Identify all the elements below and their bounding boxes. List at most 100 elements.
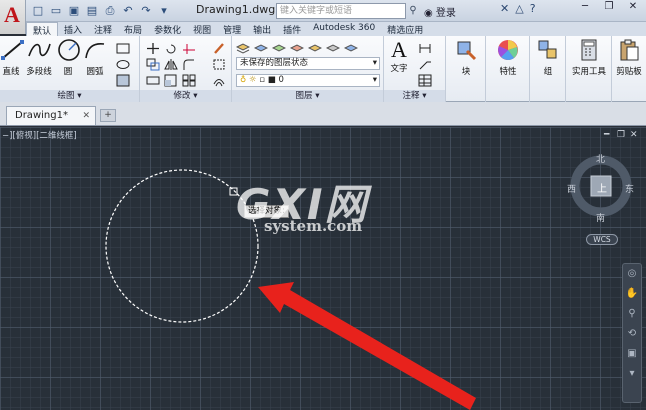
erase-icon[interactable] [212,40,226,54]
search-input[interactable]: 键入关键字或短语 [276,3,406,19]
offset-icon[interactable] [212,72,226,87]
modify-panel: 修改 ▾ [140,36,232,102]
document-tab-drawing1[interactable]: Drawing1* ✕ [6,106,96,125]
layers-panel-label[interactable]: 图层 ▾ [232,90,383,102]
navbar-menu-icon[interactable]: ▾ [623,364,641,384]
orbit-icon[interactable]: ⟲ [623,324,641,344]
binoculars-icon[interactable]: ⚲ [406,3,420,19]
open-file-icon[interactable]: ▭ [48,3,64,18]
annotation-panel-label[interactable]: 注释 ▾ [384,90,445,102]
save-icon[interactable]: ▣ [66,3,82,18]
close-tab-icon[interactable]: ✕ [82,107,90,125]
help-dropdown-icon[interactable]: ? [530,2,536,15]
close-button[interactable]: ✕ [622,0,644,14]
zoom-icon[interactable]: ⚲ [623,304,641,324]
layer-properties-icon[interactable] [235,40,251,54]
ribbon-tabs: 默认 插入 注释 布局 参数化 视图 管理 输出 插件 Autodesk 360… [26,22,646,37]
pan-icon[interactable]: ✋ [623,284,641,304]
utilities-panel: 实用工具 [566,36,612,102]
document-title: Drawing1.dwg [196,3,276,16]
compass-north[interactable]: 北 [596,152,605,165]
chevron-down-icon: ▾ [372,75,377,85]
tab-view[interactable]: 视图 [187,22,217,36]
wcs-menu[interactable]: WCS [586,234,618,245]
line-button[interactable]: 直线 [0,38,24,77]
tab-output[interactable]: 输出 [247,22,277,36]
dimension-icon[interactable] [418,40,432,53]
groups-button[interactable]: 组 [534,38,562,77]
compass-south[interactable]: 南 [596,211,605,224]
stretch-icon[interactable] [146,72,160,85]
save-as-icon[interactable]: ▤ [84,3,100,18]
copy-icon[interactable] [146,56,160,71]
ellipse-icon[interactable] [116,56,130,69]
rotate-icon[interactable] [164,40,178,54]
leader-icon[interactable] [418,56,432,70]
tab-default[interactable]: 默认 [26,22,59,37]
help-icon[interactable]: △ [515,2,523,15]
arc-button[interactable]: 圆弧 [82,38,108,77]
utilities-button[interactable]: 实用工具 [568,38,610,77]
qat-dropdown-icon[interactable]: ▾ [156,3,172,18]
color-wheel-icon [498,40,518,60]
tab-plugins[interactable]: 插件 [277,22,307,36]
block-panel: 块 [446,36,486,102]
circle-icon [58,39,80,61]
block-button[interactable]: 块 [451,38,481,77]
fillet-icon[interactable] [182,56,196,70]
move-icon[interactable] [146,40,160,54]
text-button[interactable]: A 文字 [386,37,412,75]
trim-icon[interactable] [182,40,196,54]
layer-tool-1-icon[interactable] [253,40,269,53]
tab-layout[interactable]: 布局 [118,22,148,36]
ribbon: 直线 多段线 圆 圆弧 绘图 ▾ 修改 ▾ 未保存的图层状态 ▾ ♁ ☼ ▫ ■… [0,36,646,102]
explode-icon[interactable] [212,56,226,70]
current-layer-dropdown[interactable]: ♁ ☼ ▫ ■ 0 ▾ [236,74,380,87]
scale-icon[interactable] [164,72,178,87]
redo-icon[interactable]: ↷ [138,3,154,18]
application-menu-button[interactable]: A [0,0,26,34]
document-tab-label: Drawing1* [15,110,68,121]
tab-insert[interactable]: 插入 [58,22,88,36]
drawing-overlay [105,155,632,410]
layer-tool-6-icon[interactable] [343,40,359,53]
drawing-canvas[interactable]: −][俯视][二维线框] ━ ❐ ✕ 选择对象: 北 南 西 东 上 WCS ◎… [0,127,646,410]
hatch-icon[interactable] [116,72,130,87]
layer-tool-4-icon[interactable] [307,40,323,53]
autocad-window: □ ▭ ▣ ▤ ⎙ ↶ ↷ ▾ Drawing1.dwg 键入关键字或短语 ⚲ … [0,0,646,410]
new-tab-button[interactable]: + [100,109,116,122]
clipboard-button[interactable]: 剪贴板 [612,38,646,77]
rectangle-icon[interactable] [116,40,130,54]
text-icon: A [391,37,407,62]
draw-panel-label[interactable]: 绘图 ▾ [0,90,139,102]
tab-annotate[interactable]: 注释 [88,22,118,36]
tab-manage[interactable]: 管理 [217,22,247,36]
properties-button[interactable]: 特性 [490,38,526,77]
layer-tool-5-icon[interactable] [325,40,341,53]
minimize-button[interactable]: ─ [574,0,596,14]
table-icon[interactable] [418,72,432,87]
exchange-icon[interactable]: ✕ [500,2,509,15]
circle-button[interactable]: 圆 [56,38,80,77]
login-button[interactable]: ◉ 登录 [424,4,456,19]
layer-state-dropdown[interactable]: 未保存的图层状态 ▾ [236,57,380,70]
layer-tool-2-icon[interactable] [271,40,287,53]
undo-icon[interactable]: ↶ [120,3,136,18]
restore-button[interactable]: ❐ [598,0,620,14]
print-icon[interactable]: ⎙ [102,3,118,18]
viewcube-top-label[interactable]: 上 [597,180,607,195]
compass-west[interactable]: 西 [567,182,576,195]
tab-parametric[interactable]: 参数化 [148,22,187,36]
array-icon[interactable] [182,72,196,87]
tab-featured-apps[interactable]: 精选应用 [381,22,429,36]
polyline-button[interactable]: 多段线 [24,38,54,77]
mirror-icon[interactable] [164,56,178,70]
layer-tool-3-icon[interactable] [289,40,305,53]
showmotion-icon[interactable]: ▣ [623,344,641,364]
utilities-label: 实用工具 [571,67,606,77]
compass-east[interactable]: 东 [625,182,634,195]
modify-panel-label[interactable]: 修改 ▾ [140,90,231,102]
new-file-icon[interactable]: □ [30,3,46,18]
steering-wheel-icon[interactable]: ◎ [623,264,641,284]
tab-autodesk-360[interactable]: Autodesk 360 [307,22,381,36]
